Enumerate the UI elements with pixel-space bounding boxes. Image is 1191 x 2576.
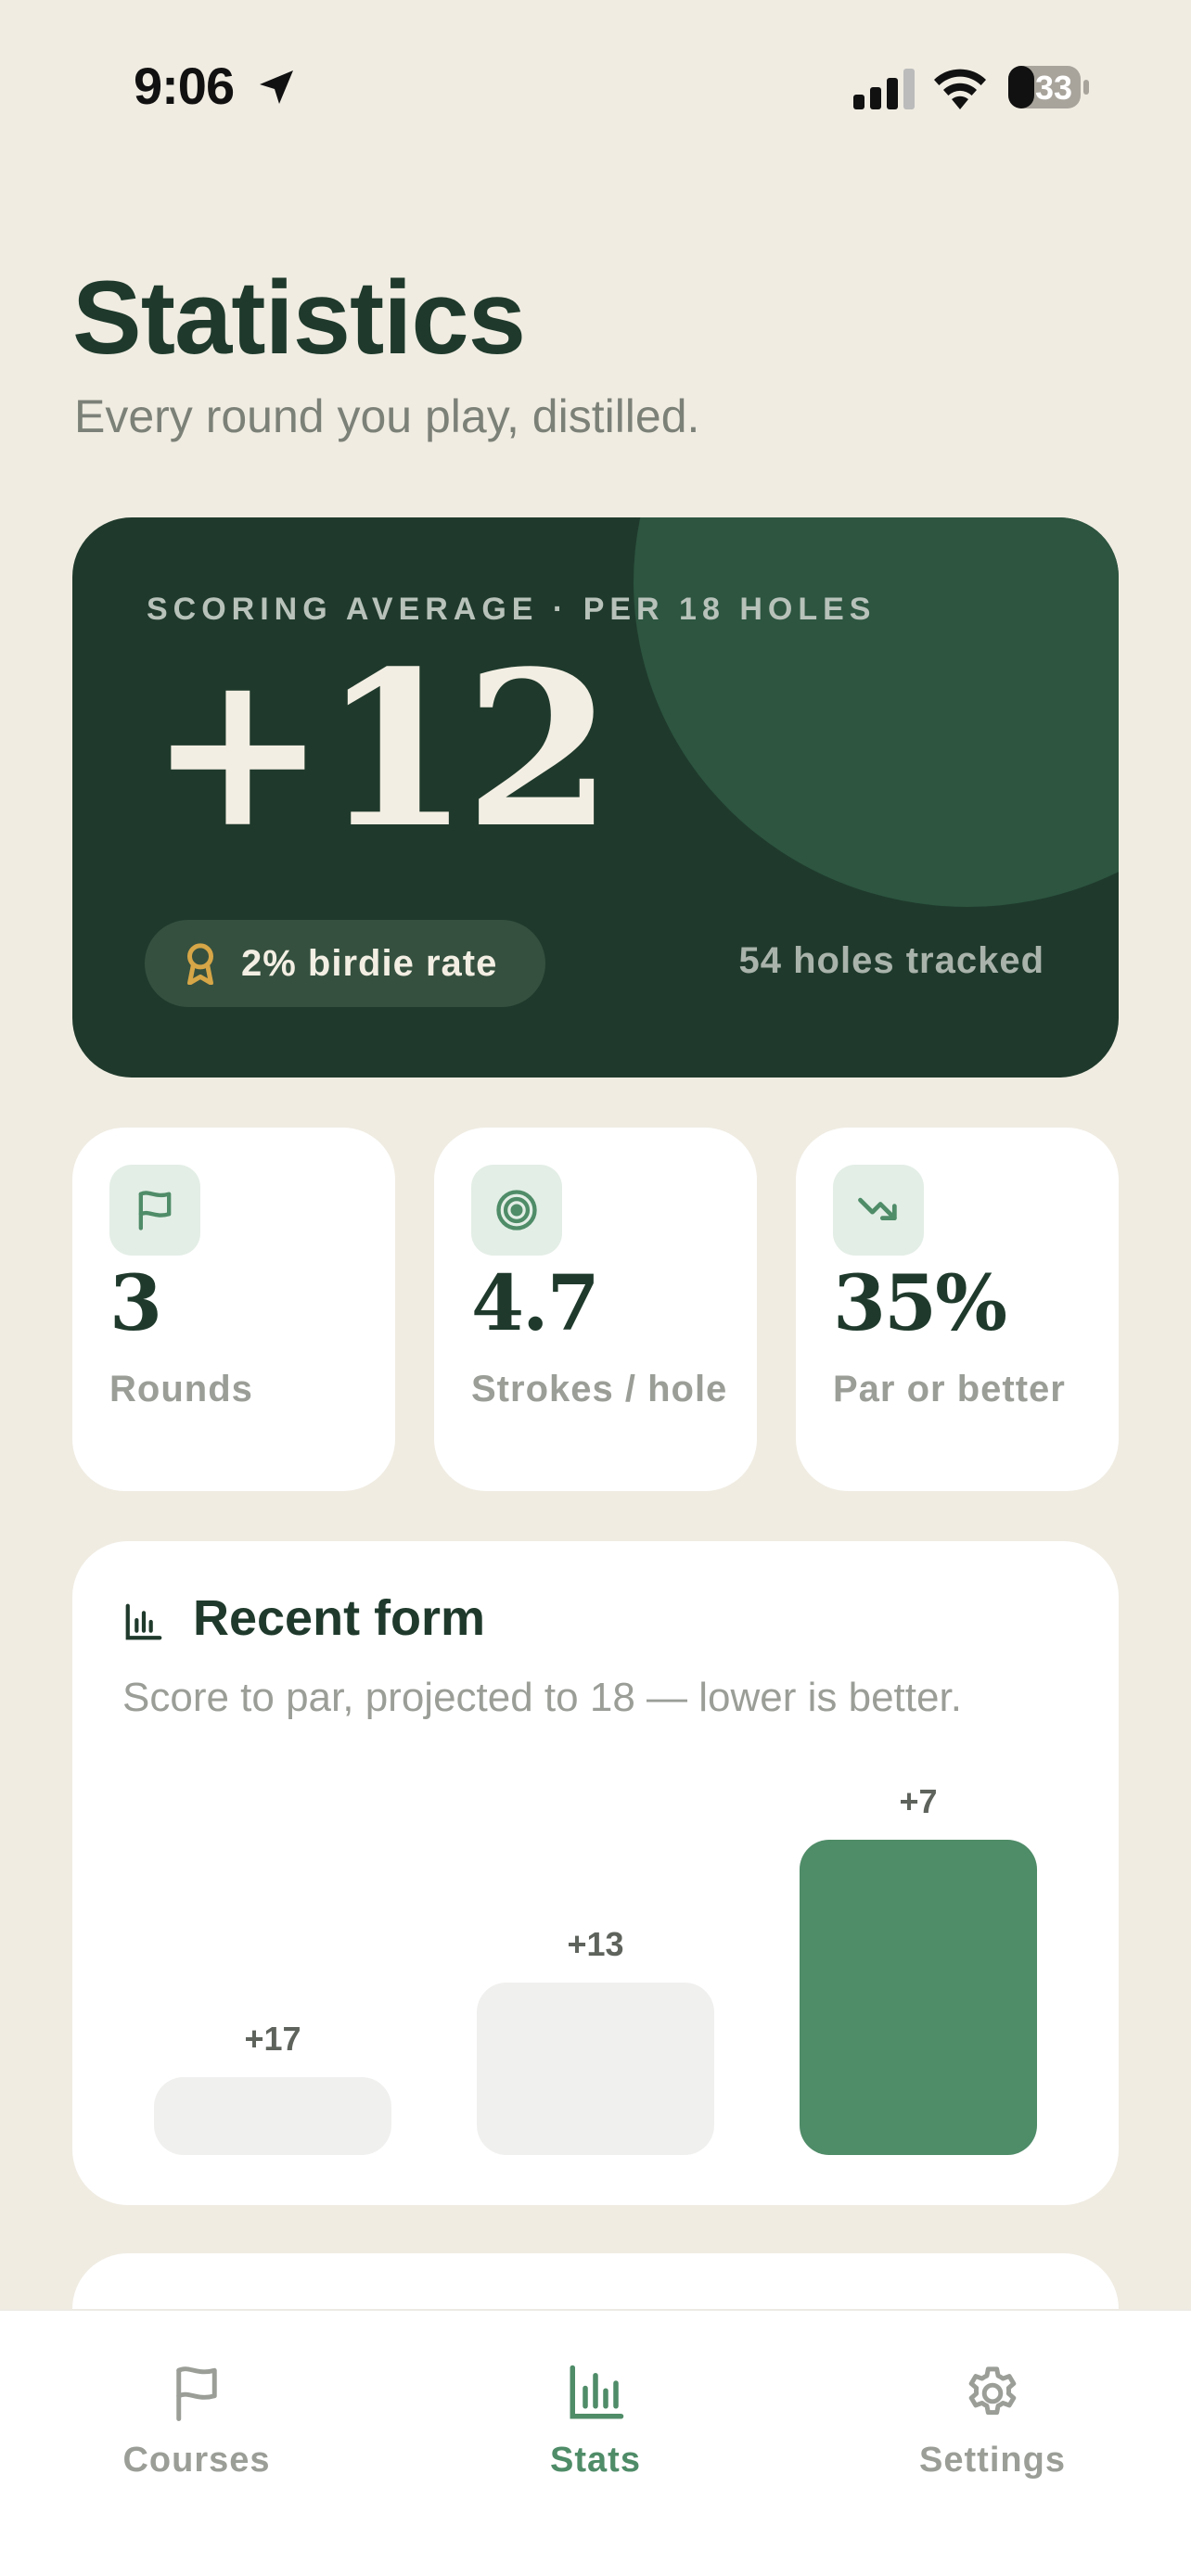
stat-icon-box [471, 1165, 562, 1256]
wifi-icon [934, 69, 986, 109]
scoring-average-value: +12 [148, 625, 613, 875]
stat-label: Strokes / hole [471, 1369, 728, 1409]
stat-card-strokes-per-hole: 4.7 Strokes / hole [434, 1128, 757, 1491]
stat-value: 35% [833, 1259, 1007, 1348]
recent-form-title: Recent form [193, 1590, 486, 1646]
birdie-rate-text: 2% birdie rate [241, 942, 498, 984]
scoring-average-card: SCORING AVERAGE · PER 18 HOLES +12 2% bi… [72, 517, 1119, 1078]
birdie-rate-badge: 2% birdie rate [145, 920, 545, 1007]
tab-label: Courses [122, 2441, 271, 2480]
tab-stats[interactable]: Stats [456, 2311, 735, 2496]
flag-icon [176, 2366, 217, 2421]
target-icon [496, 1190, 537, 1231]
tab-bar: Courses Stats Settings [0, 2309, 1191, 2576]
cellular-signal-icon [853, 69, 915, 109]
tab-label: Stats [550, 2441, 641, 2480]
stat-card-rounds: 3 Rounds [72, 1128, 395, 1491]
status-bar: 9:06 33 [0, 0, 1191, 176]
trend-down-icon [858, 1197, 897, 1221]
stats-screen: 9:06 33 Statistics Every round you play,… [0, 0, 1191, 2576]
tab-label: Settings [919, 2441, 1066, 2480]
chart-bar [800, 1840, 1037, 2155]
chart-bar [477, 1983, 714, 2155]
recent-form-subtitle: Score to par, projected to 18 — lower is… [122, 1675, 962, 1720]
status-time: 9:06 [134, 57, 235, 115]
chart-bar-label: +13 [567, 1925, 624, 1963]
flag-icon [138, 1191, 172, 1231]
stat-value: 3 [109, 1259, 162, 1348]
award-ribbon-icon [187, 943, 213, 985]
stat-label: Rounds [109, 1369, 253, 1409]
chart-bar-label: +7 [899, 1782, 938, 1820]
stat-icon-box [833, 1165, 924, 1256]
location-arrow-icon [260, 70, 293, 104]
bar-chart-icon [570, 2365, 624, 2419]
recent-form-card: Recent form Score to par, projected to 1… [72, 1541, 1119, 2205]
stat-label: Par or better [833, 1369, 1066, 1409]
page-subtitle: Every round you play, distilled. [74, 390, 700, 442]
bar-chart-icon [125, 1603, 162, 1640]
scoring-average-label: SCORING AVERAGE · PER 18 HOLES [147, 592, 877, 627]
gear-icon [968, 2366, 1017, 2416]
tab-settings[interactable]: Settings [853, 2311, 1132, 2496]
stat-card-par-or-better: 35% Par or better [796, 1128, 1119, 1491]
decorative-circle [634, 517, 1119, 907]
chart-bar-label: +17 [244, 2020, 301, 2058]
holes-tracked-text: 54 holes tracked [738, 940, 1044, 981]
page-title: Statistics [72, 260, 526, 376]
stat-icon-box [109, 1165, 200, 1256]
tab-courses[interactable]: Courses [58, 2311, 336, 2496]
battery-level: 33 [1034, 69, 1073, 107]
stat-value: 4.7 [471, 1259, 600, 1348]
chart-bar [154, 2077, 391, 2155]
